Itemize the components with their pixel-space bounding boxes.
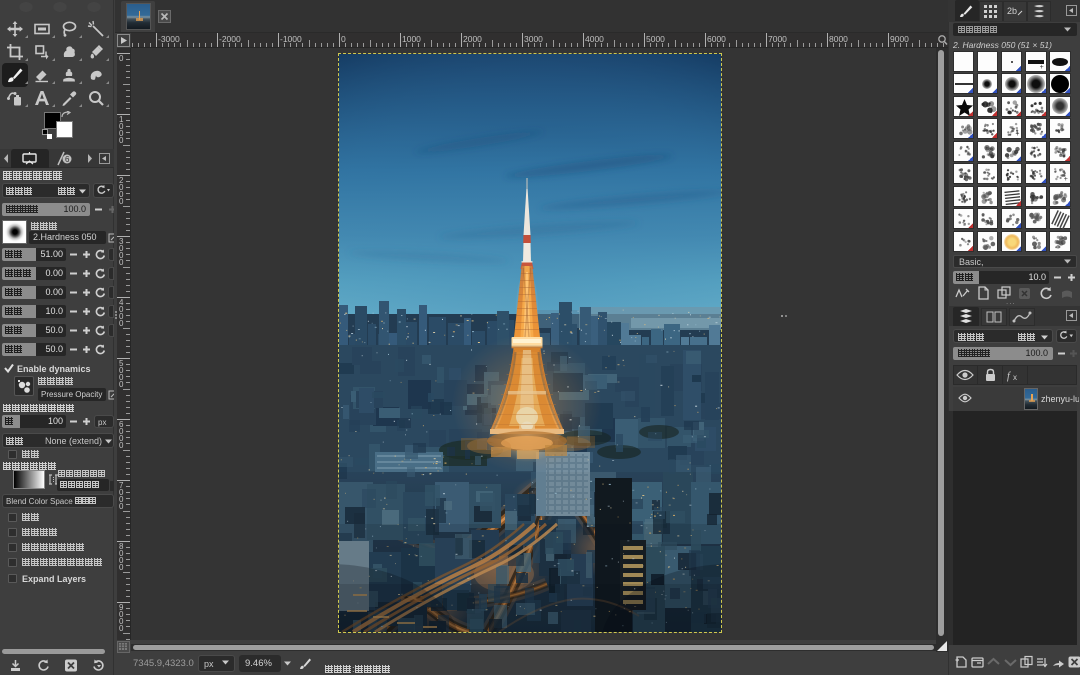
svg-text:x: x [1013,373,1017,382]
svg-text:f: f [1007,371,1011,382]
svg-text:2b: 2b [1007,6,1017,16]
svg-text:6: 6 [65,155,70,164]
